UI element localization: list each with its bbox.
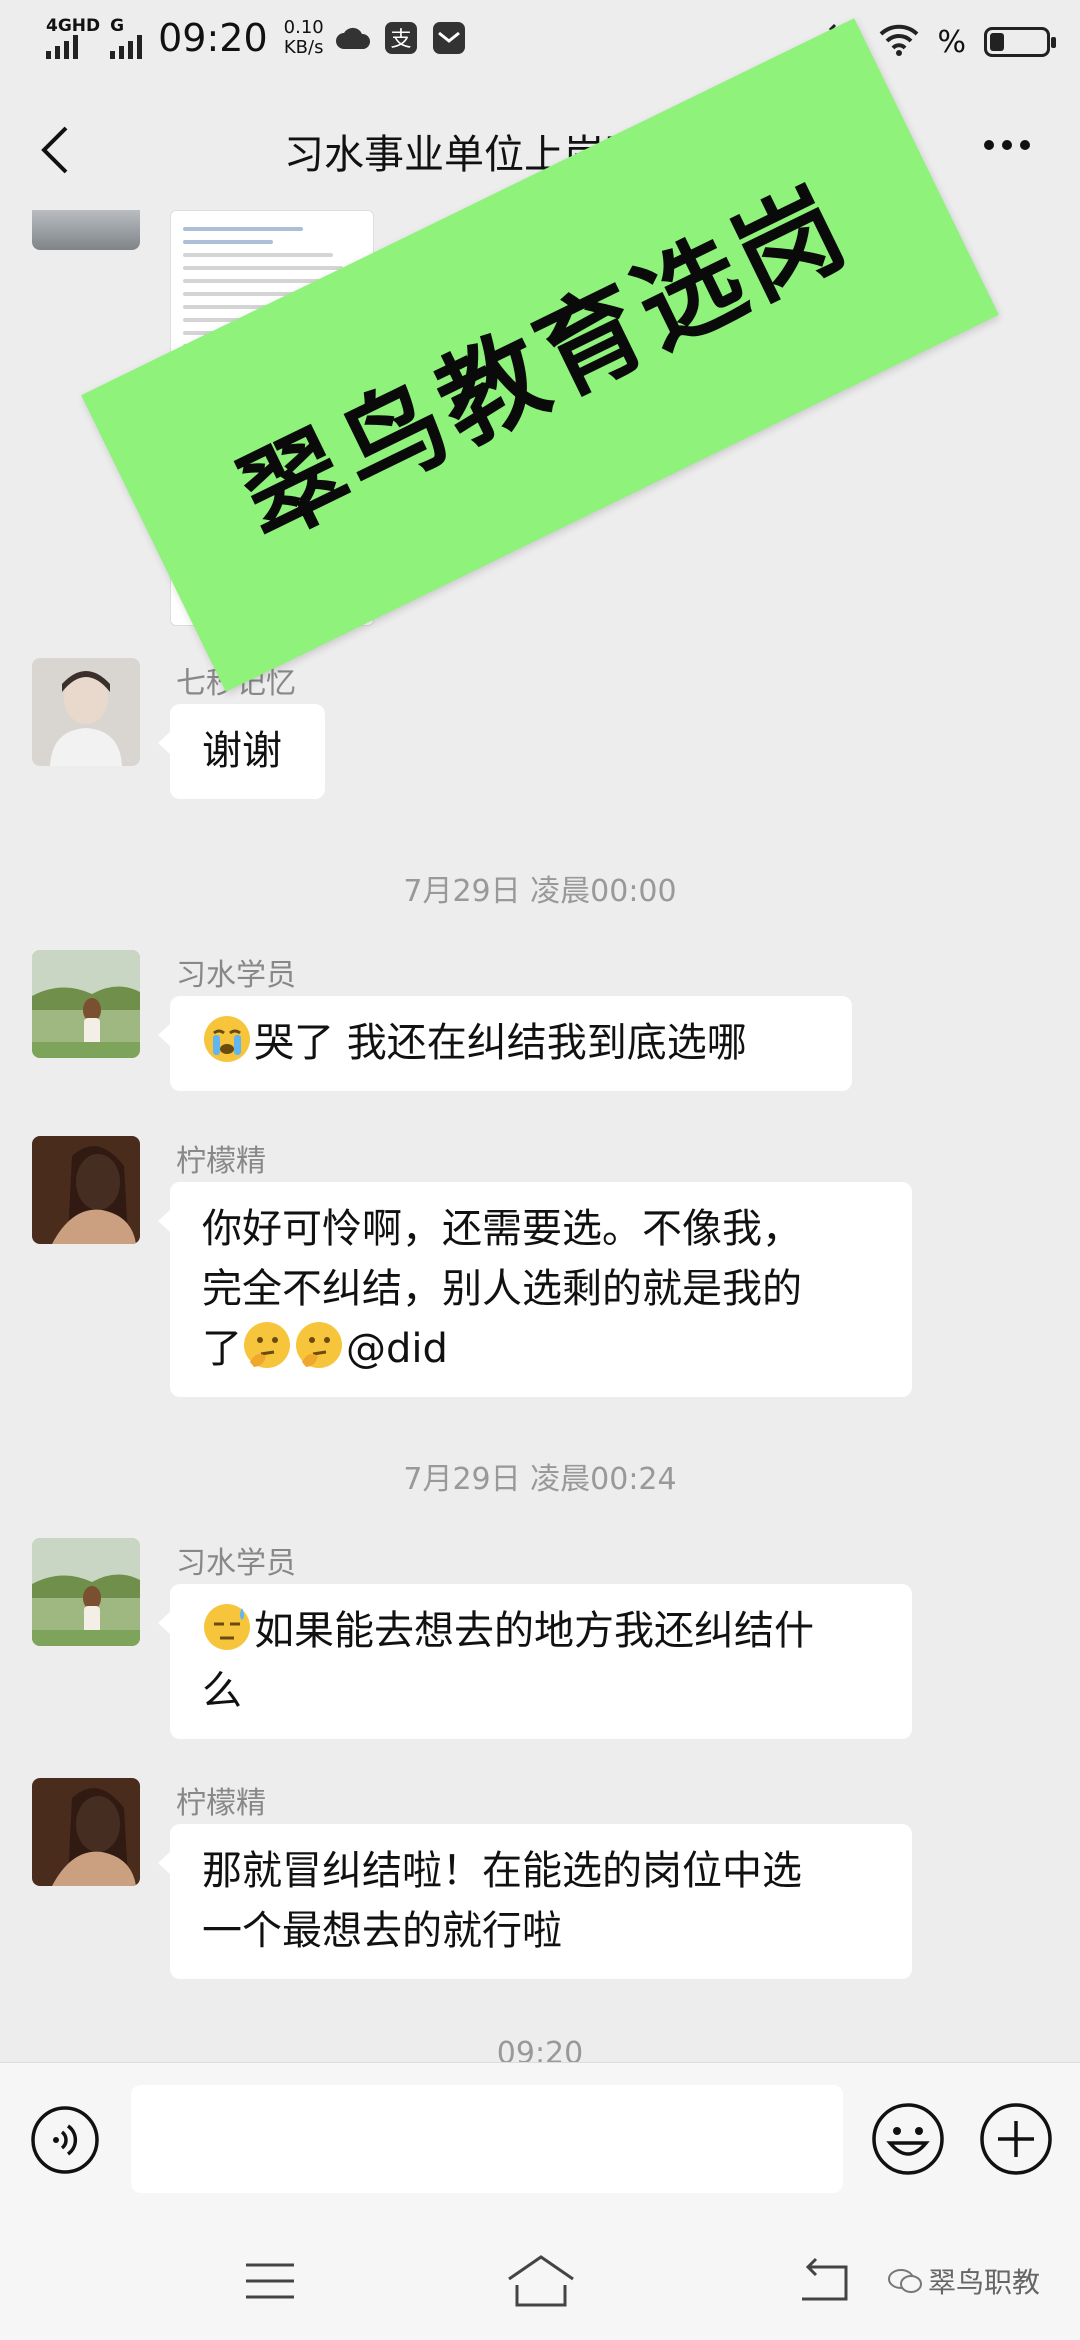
message-text: 哭了 我还在纠结我到底选哪 <box>254 1020 747 1066</box>
signal-1: 4GHD <box>46 17 100 59</box>
avatar[interactable] <box>32 1136 140 1244</box>
speed-value: 0.10 <box>283 17 324 38</box>
home-icon <box>508 2255 574 2307</box>
cloud-icon <box>334 21 372 55</box>
speed-unit: KB/s <box>283 37 324 58</box>
avatar[interactable] <box>32 658 140 766</box>
voice-icon <box>31 2106 99 2174</box>
signal-2-label: G <box>110 16 125 36</box>
svg-text:支: 支 <box>390 27 411 51</box>
chevron-left-icon <box>41 126 68 174</box>
avatar[interactable] <box>32 1778 140 1886</box>
plus-icon <box>980 2103 1052 2175</box>
back-button[interactable] <box>36 122 76 178</box>
timestamp: 09:20 <box>496 2036 584 2062</box>
status-time: 09:20 <box>158 16 268 60</box>
menu-icon <box>246 2263 294 2299</box>
avatar[interactable] <box>32 210 140 250</box>
wifi-icon <box>879 24 919 60</box>
message-bubble[interactable]: 那就冒纠结啦！在能选的岗位中选 一个最想去的就行啦 <box>158 1824 912 1979</box>
emoji-button[interactable] <box>870 2101 946 2177</box>
mention-text[interactable]: @did <box>346 1326 448 1372</box>
menu-button[interactable] <box>242 2259 298 2303</box>
message-text: 谢谢 <box>202 728 282 774</box>
system-nav-bar: 翠鸟职教 <box>0 2217 1080 2340</box>
message-text-line: 你好可怜啊，还需要选。不像我， <box>202 1206 802 1252</box>
message-bubble[interactable]: 谢谢 <box>158 704 325 799</box>
avatar[interactable] <box>32 950 140 1058</box>
message-text-line: 了 <box>202 1326 242 1372</box>
signal-bars-icon <box>46 35 78 59</box>
signal-2: G <box>110 16 143 59</box>
message-text-line: 一个最想去的就行啦 <box>202 1908 562 1954</box>
timestamp: 7月29日 凌晨00:24 <box>403 1462 677 1497</box>
sender-name: 柠檬精 <box>176 1144 266 1179</box>
message-bubble[interactable]: 如果能去想去的地方我还纠结什 么 <box>158 1584 912 1739</box>
input-bar <box>0 2062 1080 2218</box>
message-text-line: 那就冒纠结啦！在能选的岗位中选 <box>202 1848 802 1894</box>
alipay-icon: 支 <box>382 21 420 55</box>
message-icon <box>430 21 468 55</box>
back-icon <box>802 2257 848 2301</box>
thinking-face-icon <box>296 1322 342 1368</box>
message-bubble[interactable]: 哭了 我还在纠结我到底选哪 <box>158 996 852 1091</box>
message-bubble[interactable]: 你好可怜啊，还需要选。不像我， 完全不纠结，别人选剩的就是我的 了 @did <box>158 1182 912 1397</box>
message-text-line: 如果能去想去的地方我还纠结什 <box>254 1608 814 1654</box>
crying-face-icon <box>204 1016 250 1062</box>
more-functions-button[interactable] <box>978 2101 1054 2177</box>
voice-button[interactable] <box>30 2105 100 2175</box>
message-text-line: 么 <box>202 1668 242 1714</box>
sender-name: 习水学员 <box>176 958 296 993</box>
watermark: 翠鸟职教 <box>888 2261 1040 2301</box>
battery-percent: % <box>937 24 966 60</box>
wechat-official-icon <box>888 2269 922 2293</box>
signal-bars-icon <box>110 35 143 59</box>
signal-1-label: 4GHD <box>46 16 101 36</box>
more-icon <box>984 140 1030 150</box>
avatar[interactable] <box>32 1538 140 1646</box>
thinking-face-icon <box>244 1322 290 1368</box>
system-back-button[interactable] <box>796 2257 852 2305</box>
more-button[interactable] <box>982 120 1032 180</box>
network-speed: 0.10 KB/s <box>284 18 324 58</box>
timestamp: 7月29日 凌晨00:00 <box>403 874 677 909</box>
sweat-face-icon <box>204 1604 250 1650</box>
sender-name: 柠檬精 <box>176 1786 266 1821</box>
home-button[interactable] <box>505 2253 577 2309</box>
battery-icon <box>984 27 1056 57</box>
watermark-text: 翠鸟职教 <box>928 2266 1041 2299</box>
smiley-icon <box>872 2103 944 2175</box>
sender-name: 习水学员 <box>176 1546 296 1581</box>
message-input[interactable] <box>131 2085 843 2193</box>
status-bar: 4GHD G 09:20 0.10 KB/s 支 % <box>0 0 1080 80</box>
message-text-line: 完全不纠结，别人选剩的就是我的 <box>202 1266 802 1312</box>
